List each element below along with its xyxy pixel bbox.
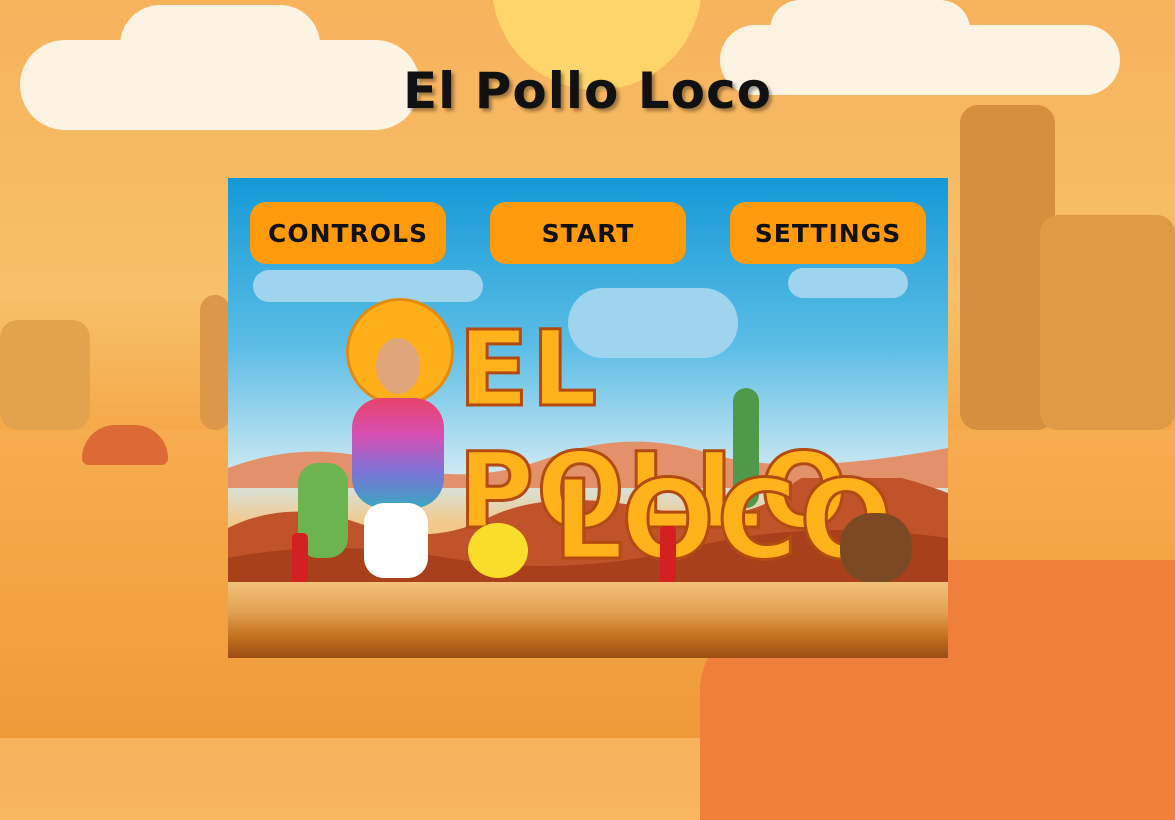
- sky-cloud-right: [788, 268, 908, 298]
- ground-floor: [228, 582, 948, 658]
- chicken-icon: [840, 513, 912, 583]
- hot-sauce-icon: [660, 526, 676, 586]
- settings-button[interactable]: SETTINGS: [730, 202, 926, 264]
- hat-icon: [82, 425, 168, 465]
- page-title: El Pollo Loco: [403, 62, 772, 120]
- rock-mesa-right: [1040, 215, 1175, 430]
- controls-button[interactable]: CONTROLS: [250, 202, 446, 264]
- poncho-icon: [352, 398, 444, 508]
- face-icon: [376, 338, 420, 394]
- character-pepe: [346, 298, 476, 598]
- start-button[interactable]: START: [490, 202, 686, 264]
- pants-icon: [364, 503, 428, 578]
- rock-left-small: [200, 295, 230, 430]
- game-canvas[interactable]: EL POLLO LOCO CONTROLS START SETTINGS: [228, 178, 948, 658]
- chick-icon: [468, 523, 528, 578]
- rock-left: [0, 320, 90, 430]
- cloud-right-top: [770, 0, 970, 60]
